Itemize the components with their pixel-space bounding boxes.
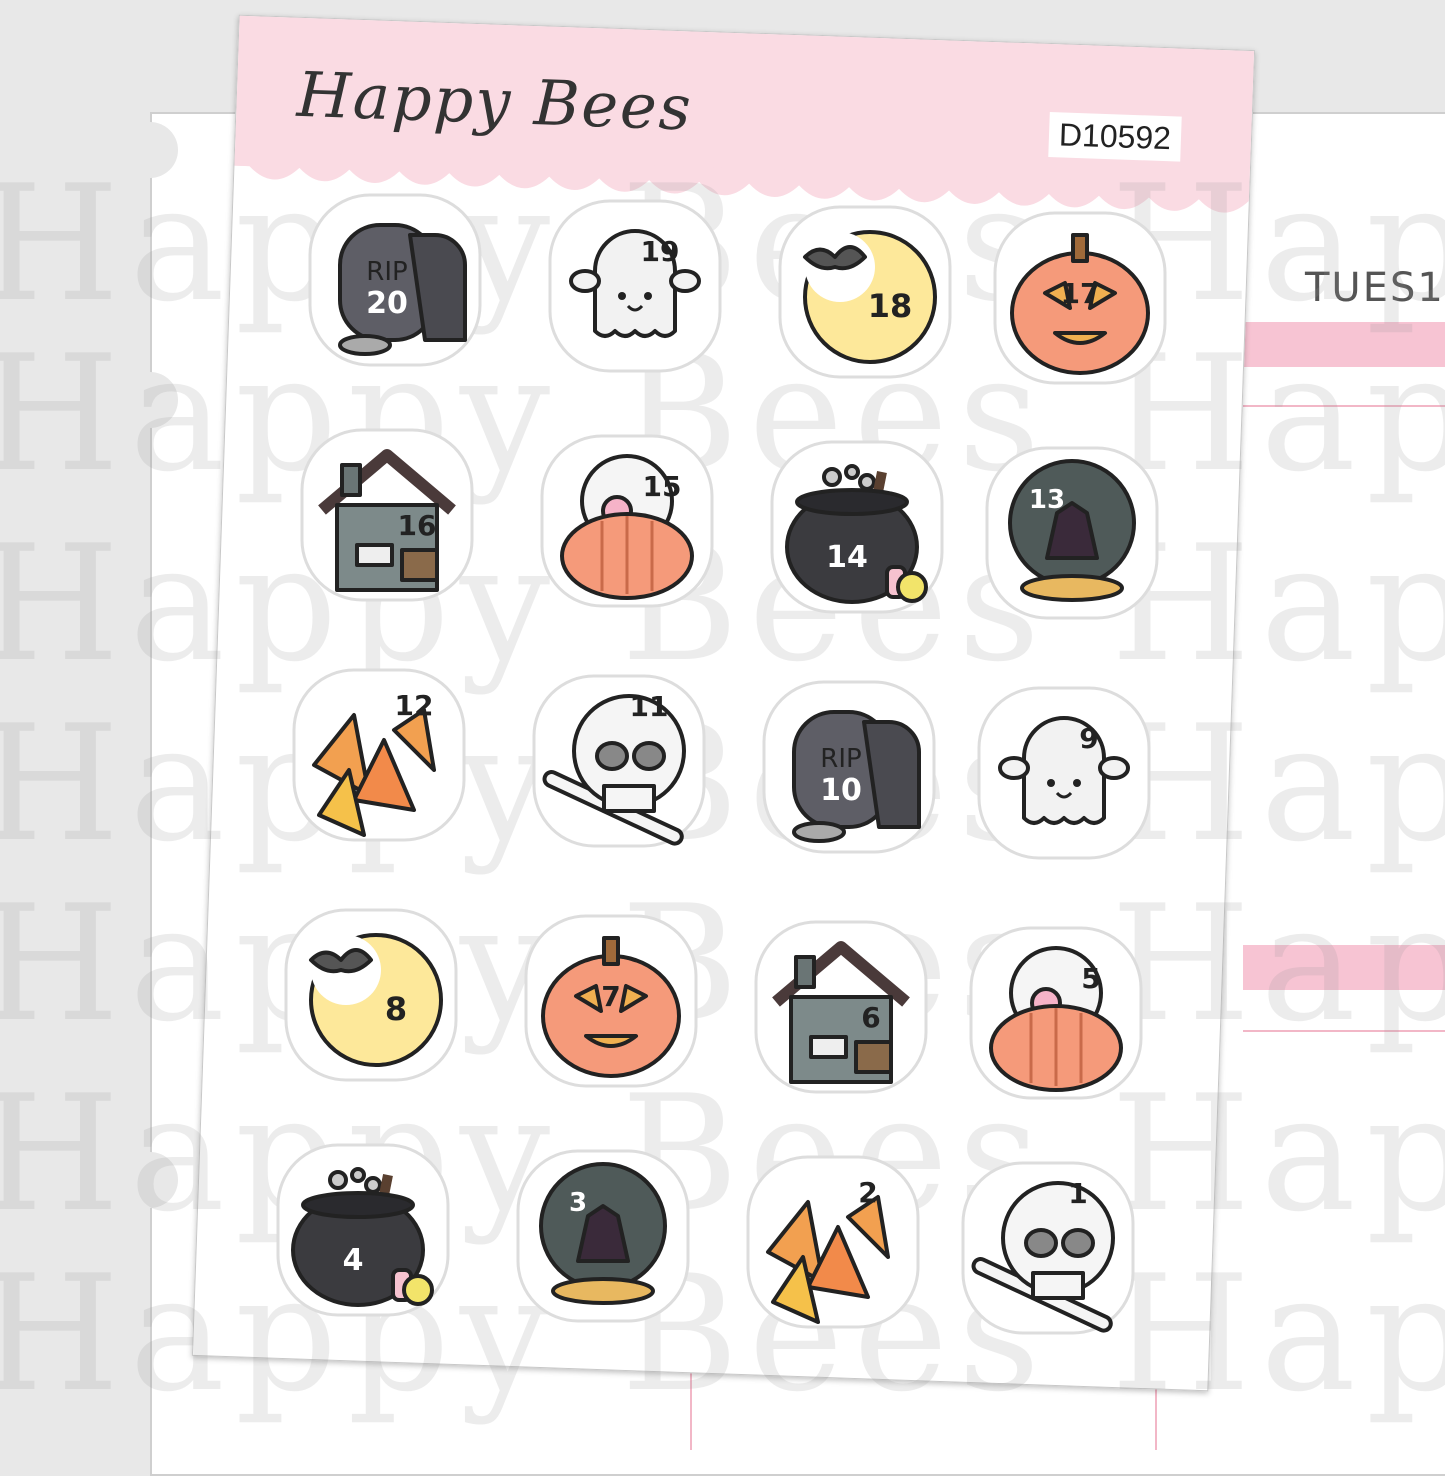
sticker-skull: 1: [961, 1161, 1135, 1335]
svg-text:11: 11: [630, 690, 669, 723]
skull-icon: 11: [532, 674, 706, 848]
svg-text:16: 16: [398, 509, 437, 542]
svg-text:7: 7: [601, 980, 620, 1013]
svg-text:3: 3: [569, 1188, 587, 1218]
tombstone-icon: RIP 20: [308, 193, 482, 367]
planner-rule: [1243, 405, 1445, 407]
sticker-tombstone: RIP 10: [762, 680, 936, 854]
svg-text:9: 9: [1079, 722, 1098, 755]
sticker-candy-corn: 12: [292, 668, 466, 842]
sticker-crystal-ball: 3: [516, 1149, 690, 1323]
candy-pumpkin-icon: 5: [969, 926, 1143, 1100]
sticker-cauldron: 4: [276, 1143, 450, 1317]
svg-text:20: 20: [366, 286, 408, 321]
sticker-ghost: 9: [977, 686, 1151, 860]
sticker-ghost: 19: [548, 199, 722, 373]
sticker-skull: 11: [532, 674, 706, 848]
sticker-pumpkin: 7: [524, 914, 698, 1088]
rip-label: RIP: [820, 744, 861, 774]
sticker-pumpkin: 17: [993, 211, 1167, 385]
pumpkin-icon: 17: [993, 211, 1167, 385]
candy-corn-icon: 12: [292, 668, 466, 842]
candy-pumpkin-icon: 15: [540, 434, 714, 608]
product-code: D10592: [1048, 112, 1182, 162]
sticker-house: 16: [300, 428, 474, 602]
crystal-ball-icon: 3: [516, 1149, 690, 1323]
svg-text:2: 2: [858, 1176, 877, 1209]
sticker-tombstone: RIP 20: [308, 193, 482, 367]
svg-text:18: 18: [868, 287, 913, 325]
svg-text:12: 12: [395, 689, 434, 722]
sticker-cauldron: 14: [770, 440, 944, 614]
punch-hole: [122, 372, 178, 428]
skull-icon: 1: [961, 1161, 1135, 1335]
svg-text:4: 4: [343, 1243, 364, 1278]
punch-hole: [122, 122, 178, 178]
svg-text:17: 17: [1061, 277, 1100, 310]
sticker-candy-pumpkin: 5: [969, 926, 1143, 1100]
sticker-moon: 8: [284, 908, 458, 1082]
brand-title: Happy Bees: [295, 57, 694, 145]
svg-text:5: 5: [1081, 962, 1100, 995]
sticker-candy-corn: 2: [746, 1155, 920, 1329]
crystal-ball-icon: 13: [985, 446, 1159, 620]
sticker-candy-pumpkin: 15: [540, 434, 714, 608]
cauldron-icon: 4: [276, 1143, 450, 1317]
cauldron-icon: 14: [770, 440, 944, 614]
ghost-icon: 9: [977, 686, 1151, 860]
moon-icon: 8: [284, 908, 458, 1082]
sticker-moon: 18: [778, 205, 952, 379]
tombstone-icon: RIP 10: [762, 680, 936, 854]
svg-text:14: 14: [826, 540, 868, 575]
svg-text:15: 15: [643, 470, 682, 503]
svg-text:6: 6: [861, 1001, 880, 1034]
svg-text:8: 8: [385, 990, 407, 1028]
sticker-house: 6: [754, 920, 928, 1094]
house-icon: 6: [754, 920, 928, 1094]
svg-text:13: 13: [1029, 485, 1065, 515]
pumpkin-icon: 7: [524, 914, 698, 1088]
moon-icon: 18: [778, 205, 952, 379]
planner-pink-band: [1243, 945, 1445, 990]
ghost-icon: 19: [548, 199, 722, 373]
sticker-crystal-ball: 13: [985, 446, 1159, 620]
house-icon: 16: [300, 428, 474, 602]
svg-text:1: 1: [1068, 1177, 1087, 1210]
day-label: TUES1: [1305, 265, 1445, 311]
svg-text:19: 19: [641, 235, 680, 268]
punch-hole: [122, 1152, 178, 1208]
planner-rule: [1243, 1030, 1445, 1032]
rip-label: RIP: [366, 257, 407, 287]
planner-pink-band: [1243, 322, 1445, 367]
svg-text:10: 10: [820, 773, 862, 808]
candy-corn-icon: 2: [746, 1155, 920, 1329]
